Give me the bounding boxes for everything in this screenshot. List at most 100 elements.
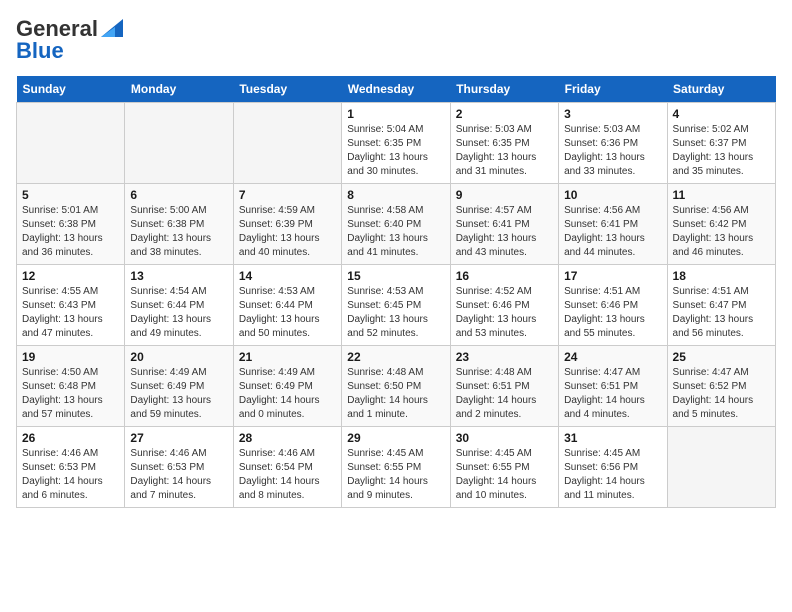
day-number: 19: [22, 350, 119, 364]
page-header: General Blue: [16, 16, 776, 64]
day-info: Sunrise: 4:46 AMSunset: 6:54 PMDaylight:…: [239, 447, 336, 503]
day-info: Sunrise: 5:00 AMSunset: 6:38 PMDaylight:…: [130, 204, 227, 260]
calendar-cell: [125, 103, 233, 184]
calendar-cell: 29 Sunrise: 4:45 AMSunset: 6:55 PMDayligh…: [342, 427, 450, 508]
calendar-cell: 1 Sunrise: 5:04 AMSunset: 6:35 PMDaylight…: [342, 103, 450, 184]
day-info: Sunrise: 4:52 AMSunset: 6:46 PMDaylight:…: [456, 285, 553, 341]
day-number: 29: [347, 431, 444, 445]
day-info: Sunrise: 5:02 AMSunset: 6:37 PMDaylight:…: [673, 123, 770, 179]
day-number: 8: [347, 188, 444, 202]
day-number: 3: [564, 107, 661, 121]
day-info: Sunrise: 4:45 AMSunset: 6:56 PMDaylight:…: [564, 447, 661, 503]
day-info: Sunrise: 4:48 AMSunset: 6:50 PMDaylight:…: [347, 366, 444, 422]
day-number: 30: [456, 431, 553, 445]
day-number: 2: [456, 107, 553, 121]
calendar-cell: 22 Sunrise: 4:48 AMSunset: 6:50 PMDayligh…: [342, 346, 450, 427]
calendar-cell: [233, 103, 341, 184]
weekday-header-friday: Friday: [559, 76, 667, 103]
logo: General Blue: [16, 16, 123, 64]
calendar-cell: 20 Sunrise: 4:49 AMSunset: 6:49 PMDayligh…: [125, 346, 233, 427]
day-number: 27: [130, 431, 227, 445]
calendar-table: SundayMondayTuesdayWednesdayThursdayFrid…: [16, 76, 776, 508]
weekday-header-saturday: Saturday: [667, 76, 775, 103]
day-number: 31: [564, 431, 661, 445]
day-info: Sunrise: 4:45 AMSunset: 6:55 PMDaylight:…: [347, 447, 444, 503]
day-info: Sunrise: 5:03 AMSunset: 6:36 PMDaylight:…: [564, 123, 661, 179]
calendar-cell: 2 Sunrise: 5:03 AMSunset: 6:35 PMDaylight…: [450, 103, 558, 184]
calendar-cell: 18 Sunrise: 4:51 AMSunset: 6:47 PMDayligh…: [667, 265, 775, 346]
week-row-4: 19Sunrise: 4:50 AMSunset: 6:48 PMDayligh…: [17, 346, 776, 427]
week-row-5: 26Sunrise: 4:46 AMSunset: 6:53 PMDayligh…: [17, 427, 776, 508]
day-number: 22: [347, 350, 444, 364]
calendar-cell: 10 Sunrise: 4:56 AMSunset: 6:41 PMDayligh…: [559, 184, 667, 265]
calendar-cell: 12 Sunrise: 4:55 AMSunset: 6:43 PMDayligh…: [17, 265, 125, 346]
day-number: 1: [347, 107, 444, 121]
day-number: 21: [239, 350, 336, 364]
day-info: Sunrise: 4:51 AMSunset: 6:46 PMDaylight:…: [564, 285, 661, 341]
day-number: 16: [456, 269, 553, 283]
day-number: 12: [22, 269, 119, 283]
calendar-cell: 27 Sunrise: 4:46 AMSunset: 6:53 PMDayligh…: [125, 427, 233, 508]
day-number: 15: [347, 269, 444, 283]
day-info: Sunrise: 4:54 AMSunset: 6:44 PMDaylight:…: [130, 285, 227, 341]
calendar-cell: 24 Sunrise: 4:47 AMSunset: 6:51 PMDayligh…: [559, 346, 667, 427]
day-number: 7: [239, 188, 336, 202]
day-info: Sunrise: 5:03 AMSunset: 6:35 PMDaylight:…: [456, 123, 553, 179]
calendar-cell: 21 Sunrise: 4:49 AMSunset: 6:49 PMDayligh…: [233, 346, 341, 427]
calendar-cell: 8Sunrise: 4:58 AMSunset: 6:40 PMDaylight…: [342, 184, 450, 265]
day-number: 18: [673, 269, 770, 283]
calendar-cell: 13 Sunrise: 4:54 AMSunset: 6:44 PMDayligh…: [125, 265, 233, 346]
calendar-cell: 6 Sunrise: 5:00 AMSunset: 6:38 PMDaylight…: [125, 184, 233, 265]
day-info: Sunrise: 4:45 AMSunset: 6:55 PMDaylight:…: [456, 447, 553, 503]
calendar-cell: 4 Sunrise: 5:02 AMSunset: 6:37 PMDaylight…: [667, 103, 775, 184]
day-info: Sunrise: 5:04 AMSunset: 6:35 PMDaylight:…: [347, 123, 444, 179]
day-number: 17: [564, 269, 661, 283]
calendar-cell: 28 Sunrise: 4:46 AMSunset: 6:54 PMDayligh…: [233, 427, 341, 508]
calendar-cell: 16 Sunrise: 4:52 AMSunset: 6:46 PMDayligh…: [450, 265, 558, 346]
day-number: 11: [673, 188, 770, 202]
logo-icon: [101, 19, 123, 37]
calendar-cell: 19Sunrise: 4:50 AMSunset: 6:48 PMDayligh…: [17, 346, 125, 427]
day-info: Sunrise: 4:51 AMSunset: 6:47 PMDaylight:…: [673, 285, 770, 341]
day-info: Sunrise: 4:55 AMSunset: 6:43 PMDaylight:…: [22, 285, 119, 341]
day-number: 6: [130, 188, 227, 202]
day-info: Sunrise: 4:53 AMSunset: 6:45 PMDaylight:…: [347, 285, 444, 341]
calendar-cell: 30 Sunrise: 4:45 AMSunset: 6:55 PMDayligh…: [450, 427, 558, 508]
weekday-header-sunday: Sunday: [17, 76, 125, 103]
calendar-cell: 14 Sunrise: 4:53 AMSunset: 6:44 PMDayligh…: [233, 265, 341, 346]
day-info: Sunrise: 4:49 AMSunset: 6:49 PMDaylight:…: [130, 366, 227, 422]
day-number: 25: [673, 350, 770, 364]
weekday-header-tuesday: Tuesday: [233, 76, 341, 103]
day-info: Sunrise: 4:47 AMSunset: 6:51 PMDaylight:…: [564, 366, 661, 422]
day-number: 24: [564, 350, 661, 364]
calendar-cell: [17, 103, 125, 184]
day-number: 4: [673, 107, 770, 121]
calendar-cell: 15 Sunrise: 4:53 AMSunset: 6:45 PMDayligh…: [342, 265, 450, 346]
day-info: Sunrise: 4:47 AMSunset: 6:52 PMDaylight:…: [673, 366, 770, 422]
day-info: Sunrise: 4:46 AMSunset: 6:53 PMDaylight:…: [22, 447, 119, 503]
day-number: 14: [239, 269, 336, 283]
calendar-cell: 25 Sunrise: 4:47 AMSunset: 6:52 PMDayligh…: [667, 346, 775, 427]
calendar-cell: [667, 427, 775, 508]
calendar-cell: 7Sunrise: 4:59 AMSunset: 6:39 PMDaylight…: [233, 184, 341, 265]
day-number: 9: [456, 188, 553, 202]
day-number: 28: [239, 431, 336, 445]
calendar-cell: 23 Sunrise: 4:48 AMSunset: 6:51 PMDayligh…: [450, 346, 558, 427]
day-info: Sunrise: 4:49 AMSunset: 6:49 PMDaylight:…: [239, 366, 336, 422]
day-info: Sunrise: 4:48 AMSunset: 6:51 PMDaylight:…: [456, 366, 553, 422]
day-number: 23: [456, 350, 553, 364]
day-number: 10: [564, 188, 661, 202]
day-info: Sunrise: 4:56 AMSunset: 6:41 PMDaylight:…: [564, 204, 661, 260]
day-number: 13: [130, 269, 227, 283]
calendar-cell: 3 Sunrise: 5:03 AMSunset: 6:36 PMDaylight…: [559, 103, 667, 184]
weekday-header-wednesday: Wednesday: [342, 76, 450, 103]
calendar-cell: 5 Sunrise: 5:01 AMSunset: 6:38 PMDaylight…: [17, 184, 125, 265]
calendar-cell: 11 Sunrise: 4:56 AMSunset: 6:42 PMDayligh…: [667, 184, 775, 265]
calendar-cell: 26Sunrise: 4:46 AMSunset: 6:53 PMDayligh…: [17, 427, 125, 508]
day-info: Sunrise: 4:53 AMSunset: 6:44 PMDaylight:…: [239, 285, 336, 341]
day-info: Sunrise: 5:01 AMSunset: 6:38 PMDaylight:…: [22, 204, 119, 260]
day-info: Sunrise: 4:56 AMSunset: 6:42 PMDaylight:…: [673, 204, 770, 260]
day-number: 20: [130, 350, 227, 364]
day-number: 5: [22, 188, 119, 202]
day-info: Sunrise: 4:46 AMSunset: 6:53 PMDaylight:…: [130, 447, 227, 503]
